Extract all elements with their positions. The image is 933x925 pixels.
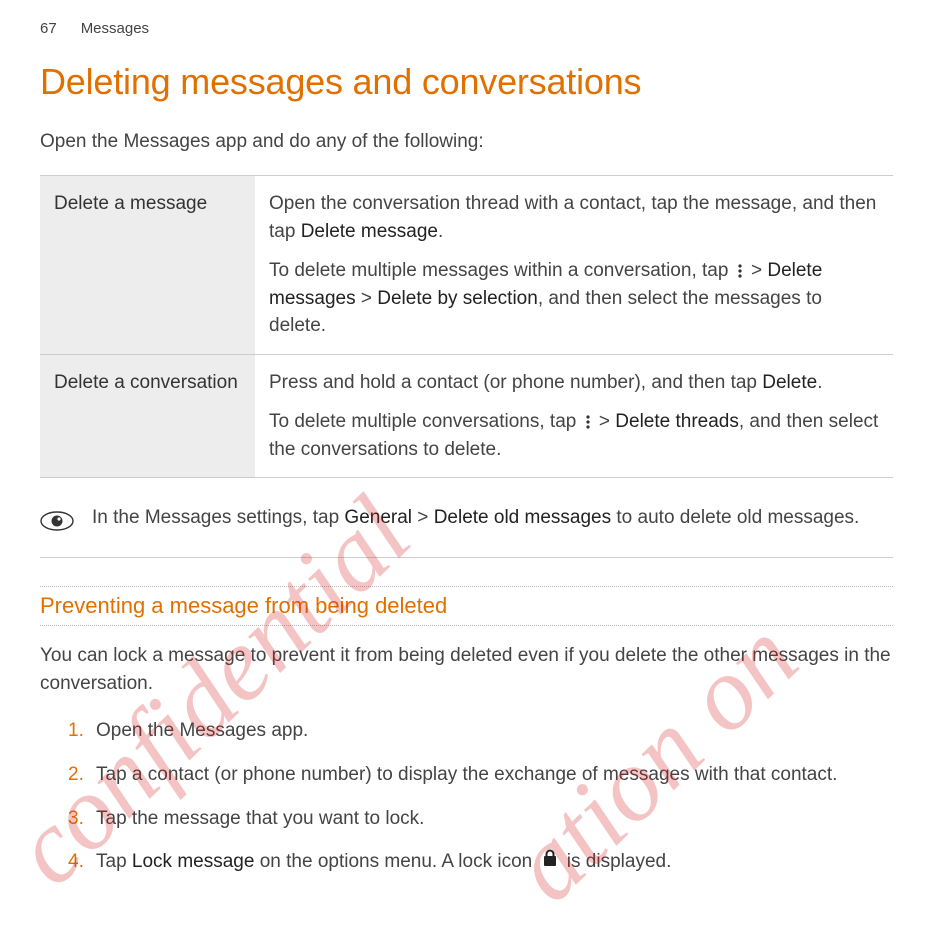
page-number: 67 [40, 20, 57, 37]
table-row: Delete a message Open the conversation t… [40, 176, 893, 355]
step-item: Tap Lock message on the options menu. A … [68, 848, 893, 876]
bold-text: Delete message [301, 221, 438, 242]
text-span: > [412, 507, 434, 528]
paragraph: You can lock a message to prevent it fro… [40, 642, 893, 697]
step-item: Tap a contact (or phone number) to displ… [68, 761, 893, 789]
text-span: . [438, 221, 443, 242]
steps-list: Open the Messages app. Tap a contact (or… [68, 717, 893, 875]
text-span: is displayed. [562, 851, 672, 872]
text-span: to auto delete old messages. [611, 507, 859, 528]
lock-icon [542, 848, 558, 876]
text-span: In the Messages settings, tap [92, 507, 344, 528]
tip-callout: In the Messages settings, tap General > … [40, 504, 893, 558]
text-span: . [817, 372, 822, 393]
step-item: Tap the message that you want to lock. [68, 805, 893, 833]
page-header: 67 Messages [40, 20, 893, 37]
table-row: Delete a conversation Press and hold a c… [40, 354, 893, 478]
row-label: Delete a message [40, 176, 255, 355]
text-span: To delete multiple messages within a con… [269, 260, 734, 281]
page-title: Deleting messages and conversations [40, 61, 893, 103]
more-options-icon [736, 263, 744, 279]
section-name: Messages [81, 20, 149, 37]
text-span: > [356, 288, 378, 309]
tip-icon [40, 508, 74, 539]
tip-text: In the Messages settings, tap General > … [92, 504, 859, 532]
text-span: > [594, 411, 616, 432]
step-item: Open the Messages app. [68, 717, 893, 745]
text-span: on the options menu. A lock icon [254, 851, 537, 872]
text-span: To delete multiple conversations, tap [269, 411, 582, 432]
row-description: Open the conversation thread with a cont… [255, 176, 893, 355]
actions-table: Delete a message Open the conversation t… [40, 175, 893, 478]
text-span: > [746, 260, 768, 281]
bold-text: General [344, 507, 412, 528]
bold-text: Delete threads [615, 411, 739, 432]
subsection-title: Preventing a message from being deleted [40, 593, 893, 619]
more-options-icon [584, 414, 592, 430]
bold-text: Lock message [132, 851, 255, 872]
row-label: Delete a conversation [40, 354, 255, 478]
subsection-header: Preventing a message from being deleted [40, 586, 893, 626]
text-span: Tap [96, 851, 132, 872]
bold-text: Delete by selection [377, 288, 538, 309]
row-description: Press and hold a contact (or phone numbe… [255, 354, 893, 478]
bold-text: Delete old messages [434, 507, 611, 528]
intro-text: Open the Messages app and do any of the … [40, 131, 893, 153]
bold-text: Delete [762, 372, 817, 393]
text-span: Press and hold a contact (or phone numbe… [269, 372, 762, 393]
